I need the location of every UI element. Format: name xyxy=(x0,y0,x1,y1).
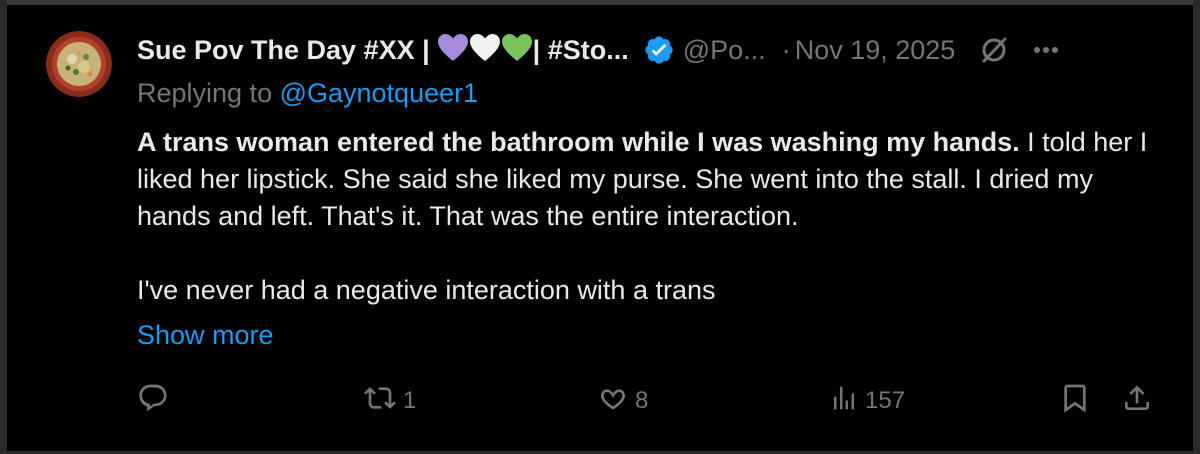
tweet-paragraph-1: A trans woman entered the bathroom while… xyxy=(137,124,1157,235)
retweet-icon xyxy=(363,382,397,421)
green-heart-icon xyxy=(501,33,532,67)
white-heart-icon xyxy=(469,33,500,67)
reply-icon xyxy=(137,382,169,421)
like-count: 8 xyxy=(635,387,649,414)
window-frame-right xyxy=(1193,0,1200,454)
tweet-text: A trans woman entered the bathroom while… xyxy=(137,124,1157,309)
retweet-count: 1 xyxy=(403,387,417,414)
show-more-link[interactable]: Show more xyxy=(137,320,274,351)
more-icon[interactable] xyxy=(1033,46,1059,54)
separator-dot: · xyxy=(781,34,791,65)
purple-heart-icon xyxy=(437,33,468,67)
action-bar: 1 8 157 xyxy=(137,382,1157,420)
heart-icon xyxy=(597,382,629,421)
replying-to: Replying to @Gaynotqueer1 xyxy=(137,78,478,109)
views-button[interactable]: 157 xyxy=(829,382,905,420)
avatar[interactable] xyxy=(46,31,112,97)
window-frame-top xyxy=(0,0,1200,5)
retweet-button[interactable]: 1 xyxy=(363,382,416,420)
display-name-tail[interactable]: | #Sto... xyxy=(533,35,629,66)
tweet-date[interactable]: Nov 19, 2025 xyxy=(795,35,956,66)
views-icon xyxy=(829,383,859,420)
replying-to-mention[interactable]: @Gaynotqueer1 xyxy=(280,78,479,108)
like-button[interactable]: 8 xyxy=(597,382,648,420)
share-icon xyxy=(1121,382,1153,421)
replying-prefix: Replying to xyxy=(137,78,280,108)
share-button[interactable] xyxy=(1121,382,1153,420)
verified-icon[interactable] xyxy=(643,34,675,66)
tweet-header: Sue Pov The Day #XX | | #Sto... @Po... ·… xyxy=(137,30,1167,70)
grok-icon[interactable] xyxy=(979,35,1009,65)
reply-button[interactable] xyxy=(137,382,175,420)
tweet-text-bold: A trans woman entered the bathroom while… xyxy=(137,127,1020,157)
window-frame-left xyxy=(0,0,7,454)
views-count: 157 xyxy=(865,387,906,414)
display-name[interactable]: Sue Pov The Day #XX | xyxy=(137,35,430,66)
tweet-paragraph-2: I've never had a negative interaction wi… xyxy=(137,275,716,305)
user-handle[interactable]: @Po... xyxy=(683,35,766,66)
bookmark-icon xyxy=(1059,382,1091,421)
bookmark-button[interactable] xyxy=(1059,382,1091,420)
